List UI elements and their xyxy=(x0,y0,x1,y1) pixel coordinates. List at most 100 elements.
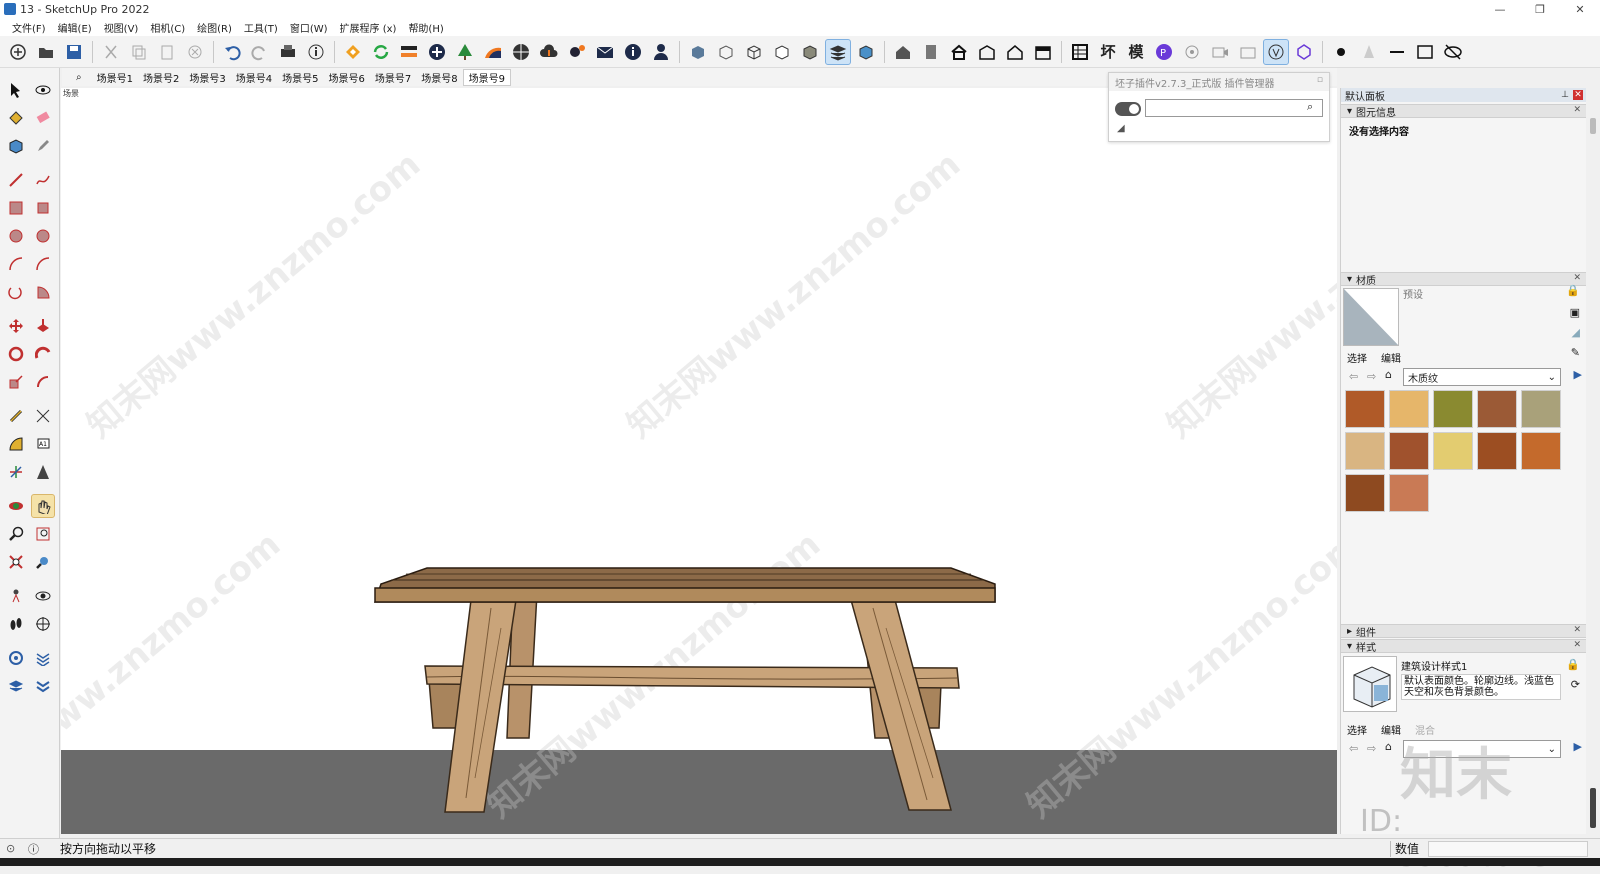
scene-tab-active[interactable]: 场景号9 xyxy=(462,68,511,86)
resize-handle-icon[interactable]: ◢ xyxy=(1117,123,1125,134)
menu-camera[interactable]: 相机(C) xyxy=(144,20,191,35)
fan-icon[interactable] xyxy=(480,39,506,65)
home-outline-icon[interactable] xyxy=(1002,39,1028,65)
eraser-icon[interactable] xyxy=(31,106,55,130)
menu-edit[interactable]: 编辑(E) xyxy=(52,20,98,35)
material-swatch[interactable] xyxy=(1521,432,1561,470)
material-swatch[interactable] xyxy=(1433,432,1473,470)
plugin-toggle-switch[interactable] xyxy=(1115,102,1141,116)
eyedropper-icon[interactable]: ✎ xyxy=(1571,346,1580,359)
line-icon[interactable] xyxy=(1384,39,1410,65)
material-category-select[interactable]: 木质纹 ⌄ xyxy=(1403,368,1561,386)
plugin-p-icon[interactable]: P xyxy=(1151,39,1177,65)
material-swatch[interactable] xyxy=(1477,390,1517,428)
zoom-window-icon[interactable] xyxy=(31,522,55,546)
menu-file[interactable]: 文件(F) xyxy=(6,20,52,35)
details-arrow-icon[interactable]: ▶ xyxy=(1574,740,1582,753)
followme-icon[interactable] xyxy=(31,342,55,366)
material-swatch[interactable] xyxy=(1389,474,1429,512)
plugin-orange-icon[interactable] xyxy=(340,39,366,65)
dimension-icon[interactable] xyxy=(31,404,55,428)
scene-tab[interactable]: 场景号2 xyxy=(138,70,184,85)
rotated-rect-icon[interactable] xyxy=(31,196,55,220)
search-icon[interactable]: ⌕ xyxy=(1307,100,1313,114)
layers-icon[interactable] xyxy=(825,38,851,65)
camera-icon[interactable] xyxy=(1179,39,1205,65)
plugin-search-input[interactable] xyxy=(1145,99,1323,117)
circle-icon[interactable] xyxy=(4,224,28,248)
pencil-icon[interactable] xyxy=(31,134,55,158)
orbit-icon[interactable] xyxy=(31,78,55,102)
style-b-icon[interactable] xyxy=(1291,39,1317,65)
settings-icon[interactable] xyxy=(564,39,590,65)
arc-icon[interactable] xyxy=(4,252,28,276)
material-swatch[interactable] xyxy=(1433,390,1473,428)
menu-draw[interactable]: 绘图(R) xyxy=(191,20,238,35)
3dtext-icon[interactable] xyxy=(31,460,55,484)
sandbox2-icon[interactable] xyxy=(31,646,55,670)
offset-icon[interactable] xyxy=(31,370,55,394)
select-icon[interactable] xyxy=(4,78,28,102)
material-swatch[interactable] xyxy=(1389,432,1429,470)
plugin-close-icon[interactable]: ▫ xyxy=(1317,75,1323,85)
section-close-icon[interactable]: ✕ xyxy=(1573,105,1581,115)
rectangle-icon[interactable] xyxy=(4,196,28,220)
minimize-button[interactable]: — xyxy=(1480,0,1520,18)
close-button[interactable]: ✕ xyxy=(1560,0,1600,18)
menu-view[interactable]: 视图(V) xyxy=(98,20,145,35)
pushpull-icon[interactable] xyxy=(31,314,55,338)
square-icon[interactable] xyxy=(1412,39,1438,65)
components-header[interactable]: ▸ 组件 ✕ xyxy=(1341,624,1587,639)
save-icon[interactable] xyxy=(61,39,87,65)
details-arrow-icon[interactable]: ▶ xyxy=(1574,368,1582,381)
model-viewport[interactable]: 场景 知末网www.znzmo.com 知末网www.znzmo.com 知末网… xyxy=(61,88,1337,834)
menu-window[interactable]: 窗口(W) xyxy=(284,20,334,35)
forward-icon[interactable]: ⇨ xyxy=(1367,742,1376,755)
section-close-icon[interactable]: ✕ xyxy=(1573,273,1581,283)
styles-tab-edit[interactable]: 编辑 xyxy=(1381,722,1401,737)
pie-icon[interactable] xyxy=(31,280,55,304)
bad-plugin-icon[interactable]: 坏 xyxy=(1095,39,1121,65)
copy-icon[interactable] xyxy=(126,39,152,65)
section-icon[interactable] xyxy=(31,612,55,636)
layers-tool2-icon[interactable] xyxy=(31,674,55,698)
wooden-table-model[interactable] xyxy=(61,88,1337,834)
info-icon[interactable]: ⓘ xyxy=(28,841,39,857)
home-icon[interactable]: ⌂ xyxy=(1385,368,1392,381)
scene-tab[interactable]: 场景号4 xyxy=(231,70,277,85)
geolocation-icon[interactable]: ⊙ xyxy=(6,842,15,855)
materials-header[interactable]: ▾ 材质 ✕ xyxy=(1341,272,1587,287)
style-lock-icon[interactable]: 🔒 xyxy=(1566,658,1580,671)
tape-icon[interactable] xyxy=(4,404,28,428)
table-icon[interactable] xyxy=(1067,39,1093,65)
layers-tool-icon[interactable] xyxy=(4,674,28,698)
barn-icon[interactable] xyxy=(974,39,1000,65)
house-group-icon[interactable] xyxy=(890,39,916,65)
material-sample-icon[interactable]: ◢ xyxy=(1572,326,1580,339)
position-camera-icon[interactable] xyxy=(4,584,28,608)
box-wire-icon[interactable] xyxy=(713,39,739,65)
material-swatch[interactable] xyxy=(1389,390,1429,428)
cube-gray-icon[interactable] xyxy=(797,39,823,65)
maximize-button[interactable]: ❐ xyxy=(1520,0,1560,18)
scene-search-icon[interactable]: ⌕ xyxy=(62,72,92,83)
line-tool-icon[interactable] xyxy=(4,168,28,192)
cube-icon[interactable] xyxy=(741,39,767,65)
sandbox-icon[interactable] xyxy=(4,646,28,670)
pin-icon[interactable]: ⊥ xyxy=(1561,90,1569,100)
paint-icon[interactable] xyxy=(4,106,28,130)
paste-icon[interactable] xyxy=(154,39,180,65)
tray-close-icon[interactable]: ✕ xyxy=(1573,90,1583,100)
material-swatch[interactable] xyxy=(1345,390,1385,428)
section-close-icon[interactable]: ✕ xyxy=(1573,640,1581,650)
text-icon[interactable]: A1 xyxy=(31,432,55,456)
arc2-icon[interactable] xyxy=(31,252,55,276)
material-swatch[interactable] xyxy=(1521,390,1561,428)
scene-tab[interactable]: 场景号6 xyxy=(323,70,369,85)
scene-tab[interactable]: 场景号7 xyxy=(370,70,416,85)
dot-icon[interactable] xyxy=(1328,39,1354,65)
mail-icon[interactable] xyxy=(592,39,618,65)
erase-icon[interactable] xyxy=(182,39,208,65)
cut-icon[interactable] xyxy=(98,39,124,65)
walk-icon[interactable] xyxy=(4,612,28,636)
